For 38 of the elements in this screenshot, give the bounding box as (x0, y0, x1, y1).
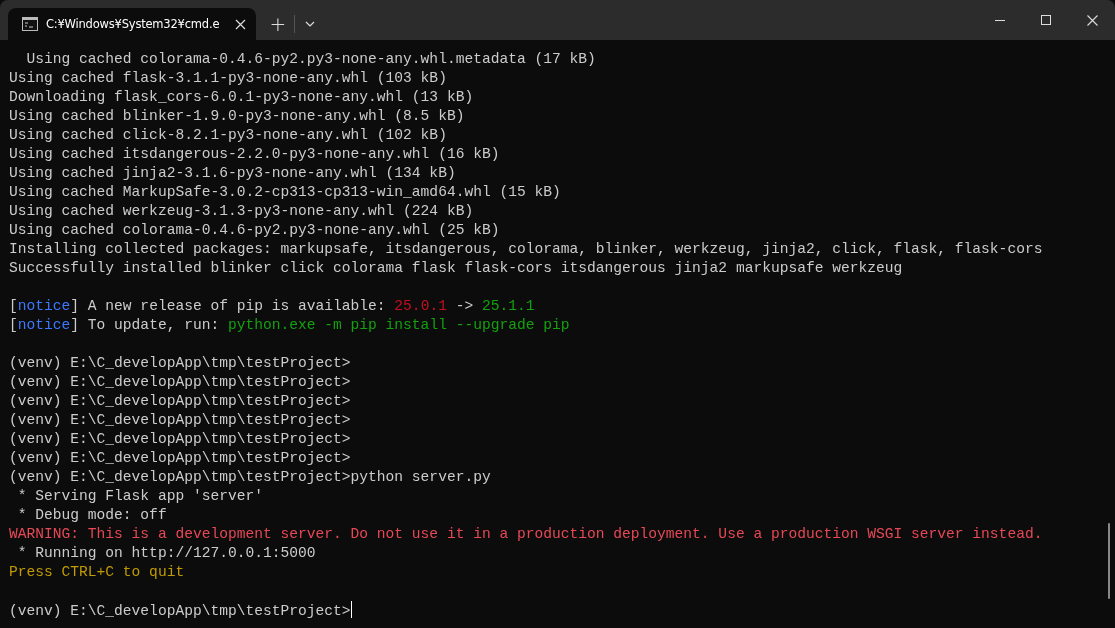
terminal-line: [notice] A new release of pip is available: 25.0.1 -> 25.1.1 (9, 297, 535, 316)
terminal-line: Using cached MarkupSafe-3.0.2-cp313-cp313-win_amd64.whl (15 kB) (9, 183, 561, 202)
new-tab-button[interactable]: + (262, 8, 294, 40)
terminal-line: (venv) E:\C_developApp\tmp\testProject> (9, 411, 351, 430)
terminal-line: Downloading flask_cors-6.0.1-py3-none-any.whl (13 kB) (9, 88, 474, 107)
close-icon (1086, 14, 1098, 26)
scrollbar[interactable] (1108, 523, 1110, 599)
close-tab-button[interactable] (235, 18, 246, 30)
terminal-line: Using cached itsdangerous-2.2.0-py3-none-any.whl (16 kB) (9, 145, 500, 164)
terminal-line: Successfully installed blinker click colorama flask flask-cors itsdangerous jinja2 markupsafe werkzeug (9, 259, 903, 278)
terminal-line: (venv) E:\C_developApp\tmp\testProject>python server.py (9, 468, 491, 487)
terminal-line: (venv) E:\C_developApp\tmp\testProject> (9, 354, 351, 373)
minimize-icon (995, 19, 1005, 21)
terminal-line: (venv) E:\C_developApp\tmp\testProject> (9, 392, 351, 411)
maximize-icon (1041, 15, 1051, 25)
tab-title: C:¥Windows¥System32¥cmd.e (46, 17, 221, 31)
terminal-line: (venv) E:\C_developApp\tmp\testProject> (9, 602, 351, 621)
terminal-line: Using cached click-8.2.1-py3-none-any.whl (102 kB) (9, 126, 447, 145)
terminal-line: Using cached blinker-1.9.0-py3-none-any.whl (8.5 kB) (9, 107, 465, 126)
terminal-line: (venv) E:\C_developApp\tmp\testProject> (9, 449, 351, 468)
terminal-tab[interactable]: C:¥Windows¥System32¥cmd.e (8, 8, 256, 40)
terminal-line: WARNING: This is a development server. Do not use it in a production deployment. Use a production WSGI server instead. (9, 525, 1043, 544)
terminal-line: Using cached colorama-0.4.6-py2.py3-none-any.whl (25 kB) (9, 221, 500, 240)
terminal-line: Using cached jinja2-3.1.6-py3-none-any.whl (134 kB) (9, 164, 456, 183)
terminal-line: (venv) E:\C_developApp\tmp\testProject> (9, 373, 351, 392)
terminal-line: (venv) E:\C_developApp\tmp\testProject> (9, 430, 351, 449)
terminal-line: * Serving Flask app 'server' (16, 487, 263, 506)
terminal-line: * Running on http://127.0.0.1:5000 (16, 544, 316, 563)
terminal-line: * Debug mode: off (16, 506, 167, 525)
console-icon (22, 17, 38, 31)
terminal-line: Using cached colorama-0.4.6-py2.py3-none-any.whl.metadata (17 kB) (25, 50, 596, 69)
terminal-line: Press CTRL+C to quit (9, 563, 185, 582)
terminal-line: Using cached werkzeug-3.1.3-py3-none-any.whl (224 kB) (9, 202, 474, 221)
terminal-line: Installing collected packages: markupsafe, itsdangerous, colorama, blinker, werkzeug, jinja2, click, flask, flask-cors (9, 240, 1043, 259)
close-icon (235, 18, 246, 30)
chevron-down-icon (305, 21, 315, 27)
terminal-line: [notice] To update, run: python.exe -m pip install --upgrade pip (9, 316, 570, 335)
terminal-line: Using cached flask-3.1.1-py3-none-any.whl (103 kB) (9, 69, 447, 88)
